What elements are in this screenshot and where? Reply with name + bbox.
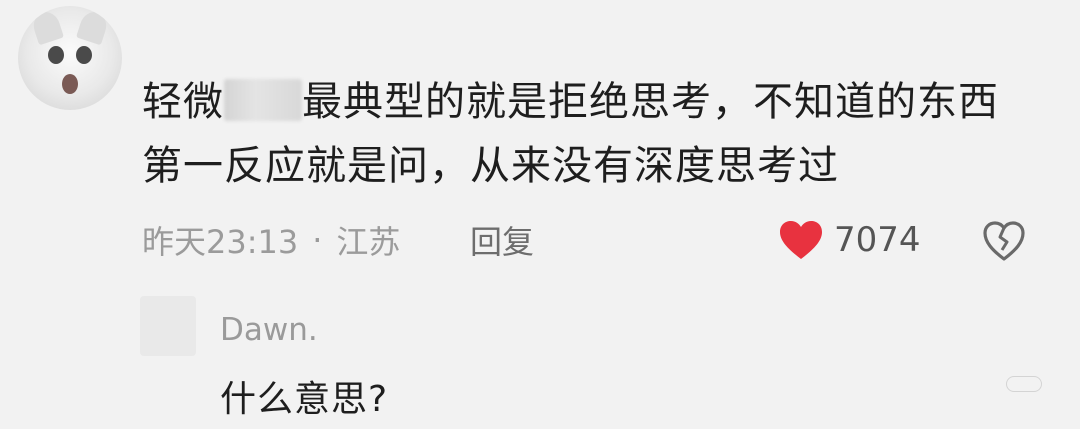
reply-text: 什么意思?: [220, 379, 389, 420]
redacted-text: [224, 79, 302, 121]
comment-text: 轻微 最典型的就是拒绝思考，不知道的东西第一反应就是问，从来没有深度思考过: [142, 70, 1042, 198]
avatar-mouth: [62, 74, 78, 94]
user-avatar[interactable]: [18, 6, 122, 110]
avatar-ear-left: [30, 8, 64, 46]
reply-user-avatar[interactable]: [140, 296, 196, 356]
reply-button[interactable]: 回复: [470, 218, 534, 262]
comment-screenshot: 轻微 最典型的就是拒绝思考，不知道的东西第一反应就是问，从来没有深度思考过 昨天2…: [0, 0, 1080, 429]
avatar-eye-left: [48, 46, 64, 64]
avatar-ear-right: [76, 8, 110, 46]
avatar-eye-right: [76, 46, 92, 64]
comment-meta: 昨天23:13 · 江苏: [142, 218, 400, 262]
reply-username[interactable]: Dawn.: [220, 312, 318, 348]
broken-heart-icon[interactable]: [982, 220, 1026, 262]
heart-icon: [780, 221, 822, 259]
like-count: 7074: [834, 220, 921, 260]
comment-location: 江苏: [336, 223, 401, 261]
comment-text-start: 轻微: [142, 79, 224, 125]
comment-text-rest: 最典型的就是拒绝思考，不知道的东西: [302, 79, 999, 125]
like-button[interactable]: 7074: [778, 216, 921, 264]
comment-text-line2: 第一反应就是问，从来没有深度思考过: [142, 143, 839, 189]
watermark-logo: [1006, 376, 1042, 392]
meta-separator: ·: [312, 221, 323, 259]
comment-time: 昨天23:13: [142, 223, 299, 261]
